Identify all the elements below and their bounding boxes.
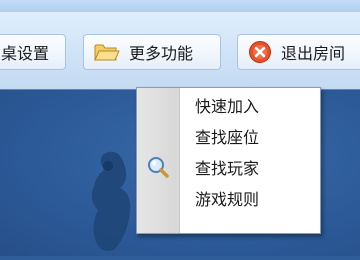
- folder-icon: [94, 42, 120, 62]
- table-settings-button[interactable]: 桌设置: [0, 34, 66, 70]
- menu-item-label: 快速加入: [195, 97, 260, 116]
- more-features-menu: 快速加入 查找座位 查找玩家 游戏规则: [136, 87, 321, 234]
- exit-room-label: 退出房间: [281, 44, 346, 63]
- menu-item-label: 查找玩家: [195, 159, 260, 178]
- window-top-strip: [0, 0, 360, 12]
- table-settings-label: 桌设置: [1, 44, 50, 63]
- exit-room-button[interactable]: 退出房间: [237, 34, 360, 70]
- menu-item-game-rules[interactable]: 游戏规则: [137, 183, 320, 213]
- menu-item-label: 游戏规则: [195, 190, 260, 209]
- more-features-button[interactable]: 更多功能: [83, 34, 221, 70]
- menu-item-quick-join[interactable]: 快速加入: [137, 90, 320, 120]
- more-features-label: 更多功能: [129, 44, 194, 63]
- toolbar: 桌设置 更多功能 退出房间: [0, 12, 360, 90]
- magnifier-icon: [146, 155, 170, 183]
- menu-item-find-player[interactable]: 查找玩家: [137, 152, 320, 182]
- exit-icon: [248, 40, 272, 64]
- menu-item-find-seat[interactable]: 查找座位: [137, 121, 320, 151]
- menu-item-label: 查找座位: [195, 128, 260, 147]
